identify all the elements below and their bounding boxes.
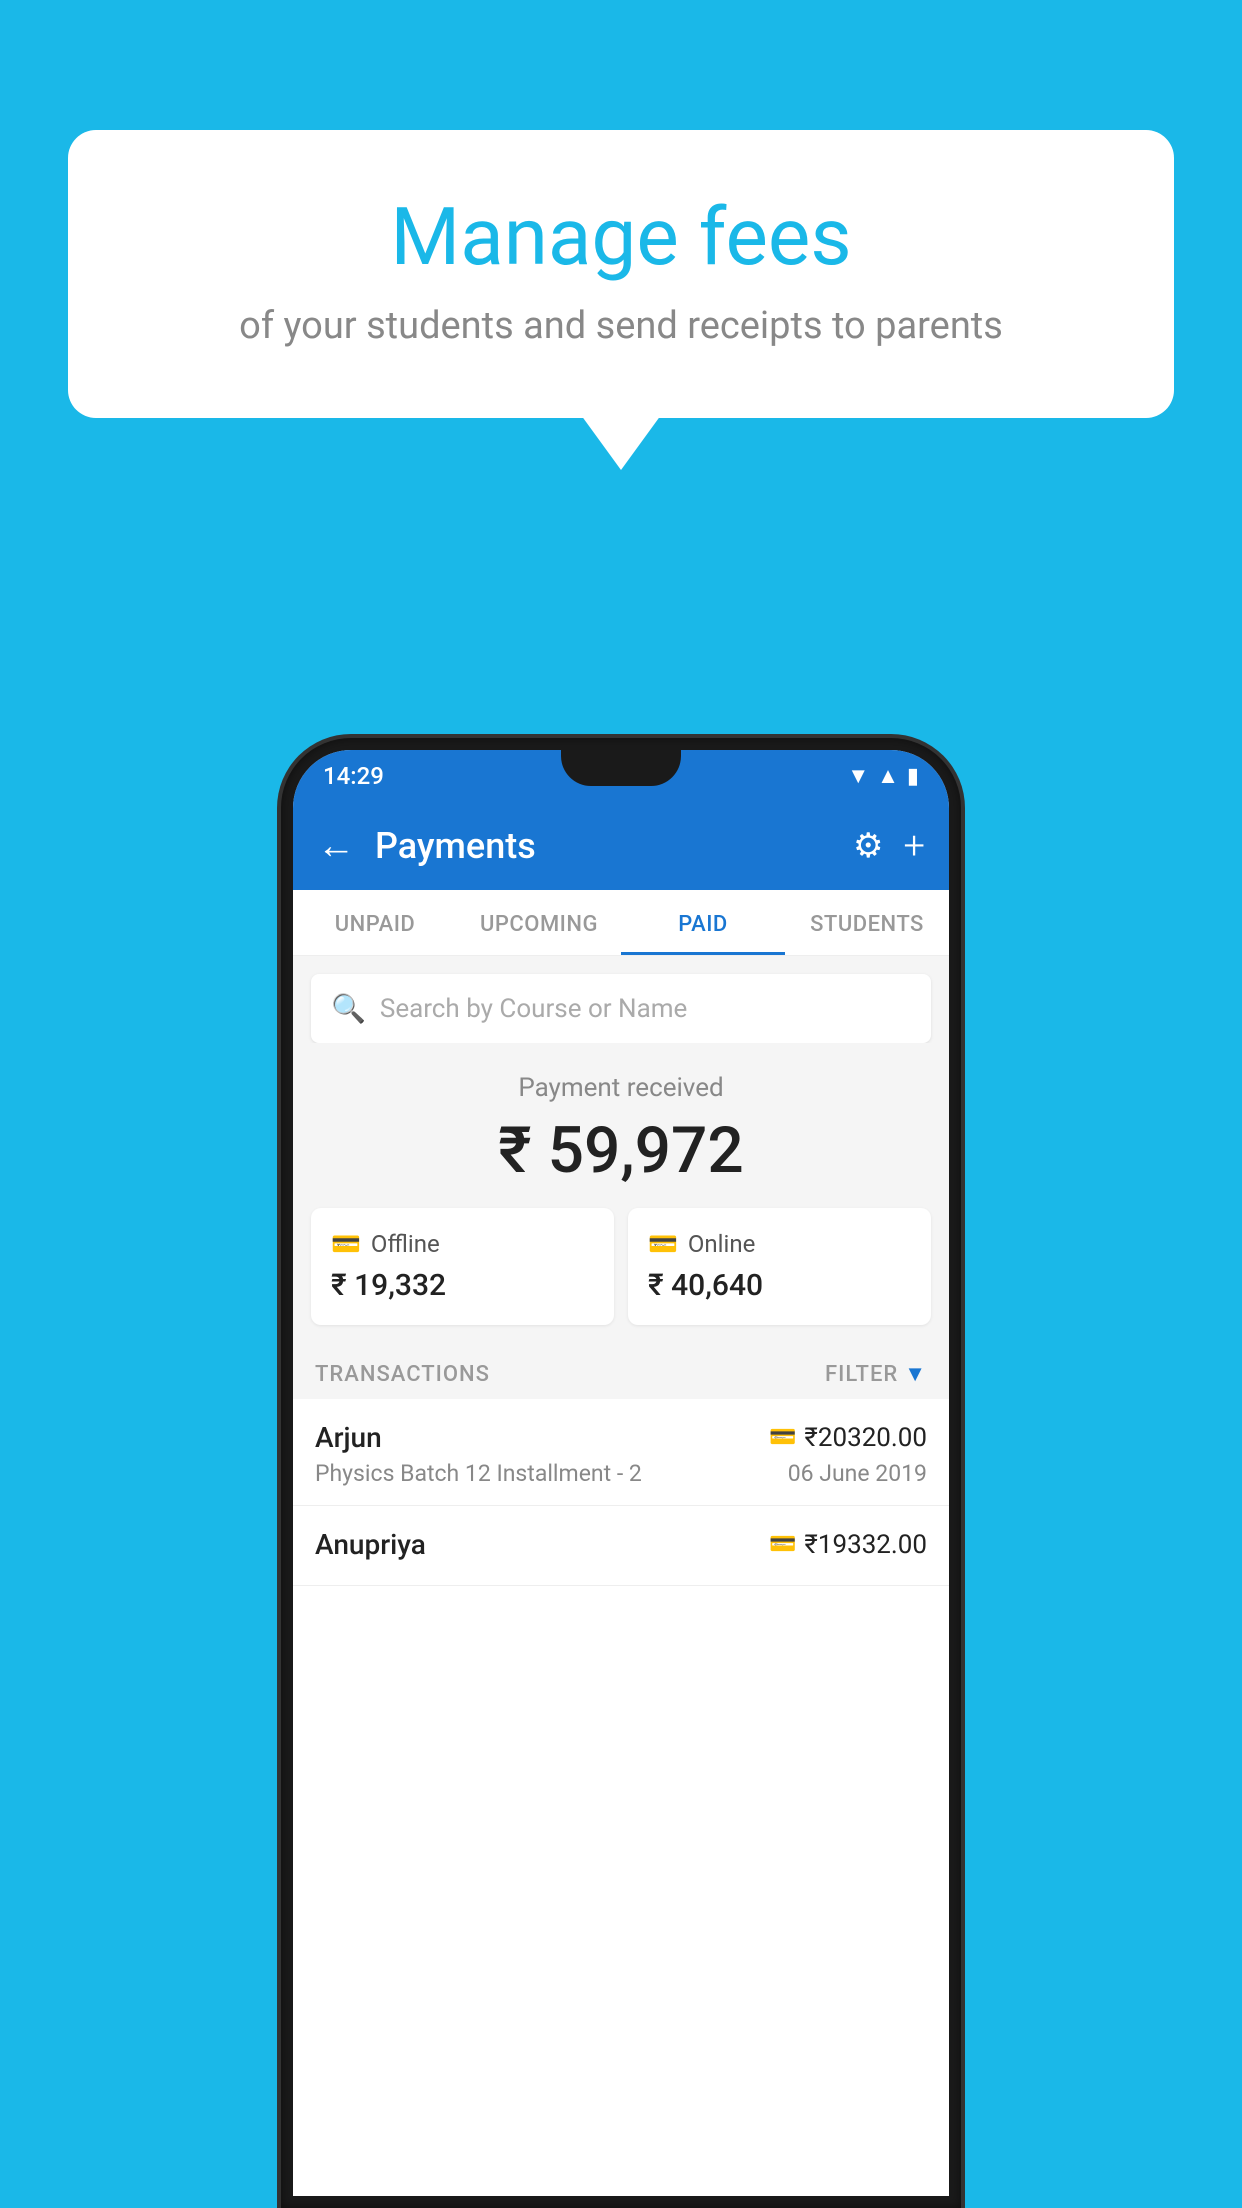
online-label: Online <box>688 1230 755 1258</box>
bubble-title: Manage fees <box>148 190 1094 284</box>
online-card: 💳 Online ₹ 40,640 <box>628 1208 931 1325</box>
offline-amount: ₹ 19,332 <box>331 1268 594 1303</box>
offline-payment-icon: 💳 <box>769 1532 796 1557</box>
tab-upcoming[interactable]: UPCOMING <box>457 890 621 955</box>
app-bar: ← Payments ⚙ + <box>293 802 949 890</box>
filter-label: FILTER <box>825 1362 898 1387</box>
phone-screen: 14:29 ▼ ▲ ▮ ← Payments ⚙ + UNPAID UPCOMI… <box>293 750 949 2196</box>
filter-icon: ▼ <box>904 1361 927 1387</box>
offline-card-header: 💳 Offline <box>331 1230 594 1258</box>
online-amount: ₹ 40,640 <box>648 1268 911 1303</box>
payment-cards: 💳 Offline ₹ 19,332 💳 Online ₹ 40,640 <box>293 1208 949 1347</box>
transaction-amount: ₹20320.00 <box>804 1423 927 1453</box>
online-icon: 💳 <box>648 1230 678 1258</box>
amount-wrap: 💳 ₹20320.00 <box>769 1423 927 1453</box>
transaction-course: Physics Batch 12 Installment - 2 <box>315 1460 642 1487</box>
transaction-name: Arjun <box>315 1421 382 1454</box>
table-row[interactable]: Anupriya 💳 ₹19332.00 <box>293 1506 949 1586</box>
battery-icon: ▮ <box>907 764 919 789</box>
page-title: Payments <box>375 825 833 867</box>
wifi-icon: ▼ <box>847 763 869 789</box>
status-time: 14:29 <box>323 762 384 790</box>
online-card-header: 💳 Online <box>648 1230 911 1258</box>
table-row[interactable]: Arjun 💳 ₹20320.00 Physics Batch 12 Insta… <box>293 1399 949 1506</box>
tab-paid[interactable]: PAID <box>621 890 785 955</box>
search-bar[interactable]: 🔍 Search by Course or Name <box>311 974 931 1043</box>
transaction-top: Arjun 💳 ₹20320.00 <box>315 1421 927 1454</box>
payment-received-section: Payment received ₹ 59,972 <box>293 1043 949 1208</box>
tabs-bar: UNPAID UPCOMING PAID STUDENTS <box>293 890 949 956</box>
transaction-bottom: Physics Batch 12 Installment - 2 06 June… <box>315 1460 927 1487</box>
amount-wrap: 💳 ₹19332.00 <box>769 1530 927 1560</box>
tab-students[interactable]: STUDENTS <box>785 890 949 955</box>
add-button[interactable]: + <box>904 824 925 868</box>
payment-total-amount: ₹ 59,972 <box>311 1113 931 1188</box>
speech-bubble-container: Manage fees of your students and send re… <box>68 130 1174 418</box>
search-icon: 🔍 <box>331 992 366 1025</box>
online-payment-icon: 💳 <box>769 1425 796 1450</box>
speech-bubble: Manage fees of your students and send re… <box>68 130 1174 418</box>
transactions-header: TRANSACTIONS FILTER ▼ <box>293 1347 949 1399</box>
back-button[interactable]: ← <box>317 824 355 868</box>
transactions-list: Arjun 💳 ₹20320.00 Physics Batch 12 Insta… <box>293 1399 949 1586</box>
offline-label: Offline <box>371 1230 440 1258</box>
transaction-name: Anupriya <box>315 1528 426 1561</box>
tab-unpaid[interactable]: UNPAID <box>293 890 457 955</box>
offline-card: 💳 Offline ₹ 19,332 <box>311 1208 614 1325</box>
settings-icon[interactable]: ⚙ <box>853 826 883 866</box>
filter-button[interactable]: FILTER ▼ <box>825 1361 927 1387</box>
notch <box>561 750 681 786</box>
content-area: 🔍 Search by Course or Name Payment recei… <box>293 956 949 1586</box>
bubble-subtitle: of your students and send receipts to pa… <box>148 304 1094 348</box>
status-bar: 14:29 ▼ ▲ ▮ <box>293 750 949 802</box>
signal-icon: ▲ <box>877 763 899 789</box>
transaction-date: 06 June 2019 <box>788 1460 927 1487</box>
payment-label: Payment received <box>311 1073 931 1103</box>
status-icons: ▼ ▲ ▮ <box>847 763 919 789</box>
phone-frame: 14:29 ▼ ▲ ▮ ← Payments ⚙ + UNPAID UPCOMI… <box>281 738 961 2208</box>
transactions-label: TRANSACTIONS <box>315 1362 490 1387</box>
search-input[interactable]: Search by Course or Name <box>380 994 687 1024</box>
transaction-top: Anupriya 💳 ₹19332.00 <box>315 1528 927 1561</box>
transaction-amount: ₹19332.00 <box>804 1530 927 1560</box>
offline-icon: 💳 <box>331 1230 361 1258</box>
